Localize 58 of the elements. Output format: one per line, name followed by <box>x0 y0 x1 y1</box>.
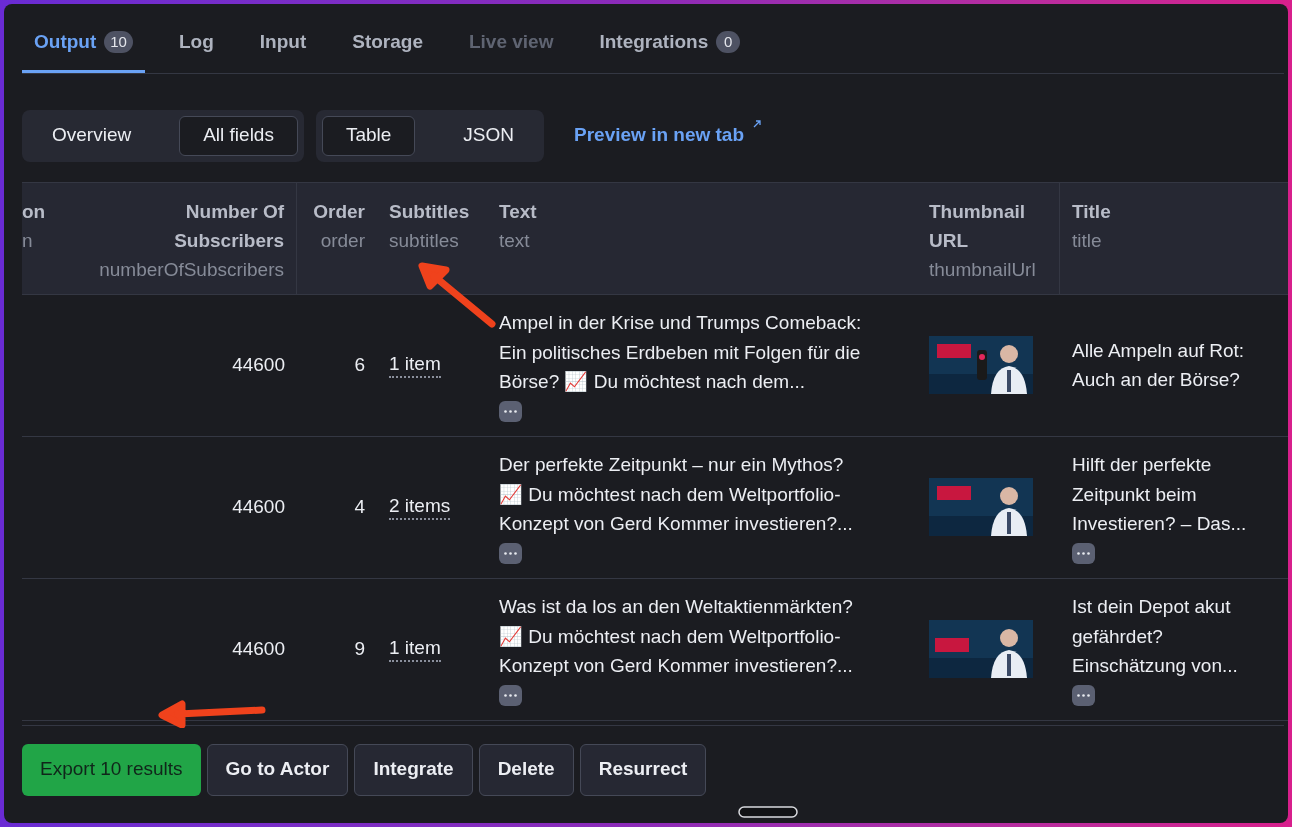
external-link-icon <box>752 119 763 130</box>
table-cell-text: 44600 <box>232 353 285 378</box>
field-name: title <box>1072 228 1102 253</box>
expand-button[interactable] <box>499 400 522 422</box>
tab[interactable]: Input <box>247 24 319 73</box>
action-button[interactable]: Integrate <box>354 743 473 796</box>
table-cell-text: Hilft der perfekte Zeitpunkt beim Investieren? – Das... <box>1072 453 1248 537</box>
subtitles-link[interactable]: 1 item <box>389 352 441 378</box>
field-name: text <box>499 228 530 253</box>
tab[interactable]: Storage <box>340 24 435 73</box>
column-title: Thumbnail URL <box>929 199 1027 253</box>
expand-button[interactable] <box>1072 684 1095 706</box>
column-title: Title <box>1072 199 1111 224</box>
tab[interactable]: Log <box>166 24 226 73</box>
count-badge: 10 <box>104 31 133 54</box>
table-cell-text: Alle Ampeln auf Rot: Auch an der Börse? <box>1072 338 1246 392</box>
table-cell-text: 44600 <box>232 495 285 520</box>
expand-button[interactable] <box>499 542 522 564</box>
preview-link[interactable]: Preview in new tab <box>574 121 763 150</box>
action-button[interactable]: Delete <box>478 743 574 796</box>
action-button[interactable]: Resurrect <box>579 743 707 796</box>
expand-button[interactable] <box>1072 542 1095 564</box>
resize-handle-icon <box>738 806 798 818</box>
table-cell-text: Ampel in der Krise und Trumps Comeback: Ein politisches Erdbeben mit Folgen für die Börse? 📈 Du möchtest nach dem... <box>499 311 863 395</box>
segment-button[interactable]: All fields <box>179 115 298 156</box>
table-cell-text: Ist dein Depot akut gefährdet? Einschätzung von... <box>1072 595 1239 679</box>
column-title: on <box>22 199 46 224</box>
segment-button[interactable]: Overview <box>28 115 156 156</box>
field-name: n <box>22 228 33 253</box>
field-name: subtitles <box>389 228 459 253</box>
more-icon <box>1077 693 1090 697</box>
table-cell-text: Der perfekte Zeitpunkt – nur ein Mythos? 📈 Du möchtest nach dem Weltportfolio-Konzept von Gerd Kommer investieren?... <box>499 453 854 537</box>
column-title: Text <box>499 199 537 224</box>
table-cell-text: 9 <box>354 637 365 662</box>
tab[interactable]: Integrations 0 <box>587 24 753 73</box>
tab[interactable]: Output 10 <box>22 24 145 73</box>
more-icon <box>504 409 517 413</box>
more-icon <box>504 693 517 697</box>
segment-button[interactable]: Table <box>321 115 416 156</box>
table-cell-text: 44600 <box>232 637 285 662</box>
count-badge: 0 <box>716 31 741 54</box>
column-title: Subtitles <box>389 199 470 224</box>
table-cell-text: 6 <box>354 353 365 378</box>
subtitles-link[interactable]: 2 items <box>389 494 451 520</box>
more-icon <box>504 551 517 555</box>
table-cell-text: 4 <box>354 495 365 520</box>
field-name: numberOfSubscribers <box>99 257 284 282</box>
segment-button[interactable]: JSON <box>439 115 539 156</box>
subtitles-link[interactable]: 1 item <box>389 636 441 662</box>
expand-button[interactable] <box>499 684 522 706</box>
field-name: thumbnailUrl <box>929 257 1036 282</box>
action-button[interactable]: Export 10 results <box>22 743 201 796</box>
field-name: order <box>320 228 365 253</box>
action-button[interactable]: Go to Actor <box>206 743 349 796</box>
more-icon <box>1077 551 1090 555</box>
column-title: Number Of Subscribers <box>173 199 284 253</box>
column-title: Order <box>313 199 365 224</box>
table-cell-text: Was ist da los an den Weltaktienmärkten? 📈 Du möchtest nach dem Weltportfolio-Konzept von Gerd Kommer investieren?... <box>499 595 854 679</box>
